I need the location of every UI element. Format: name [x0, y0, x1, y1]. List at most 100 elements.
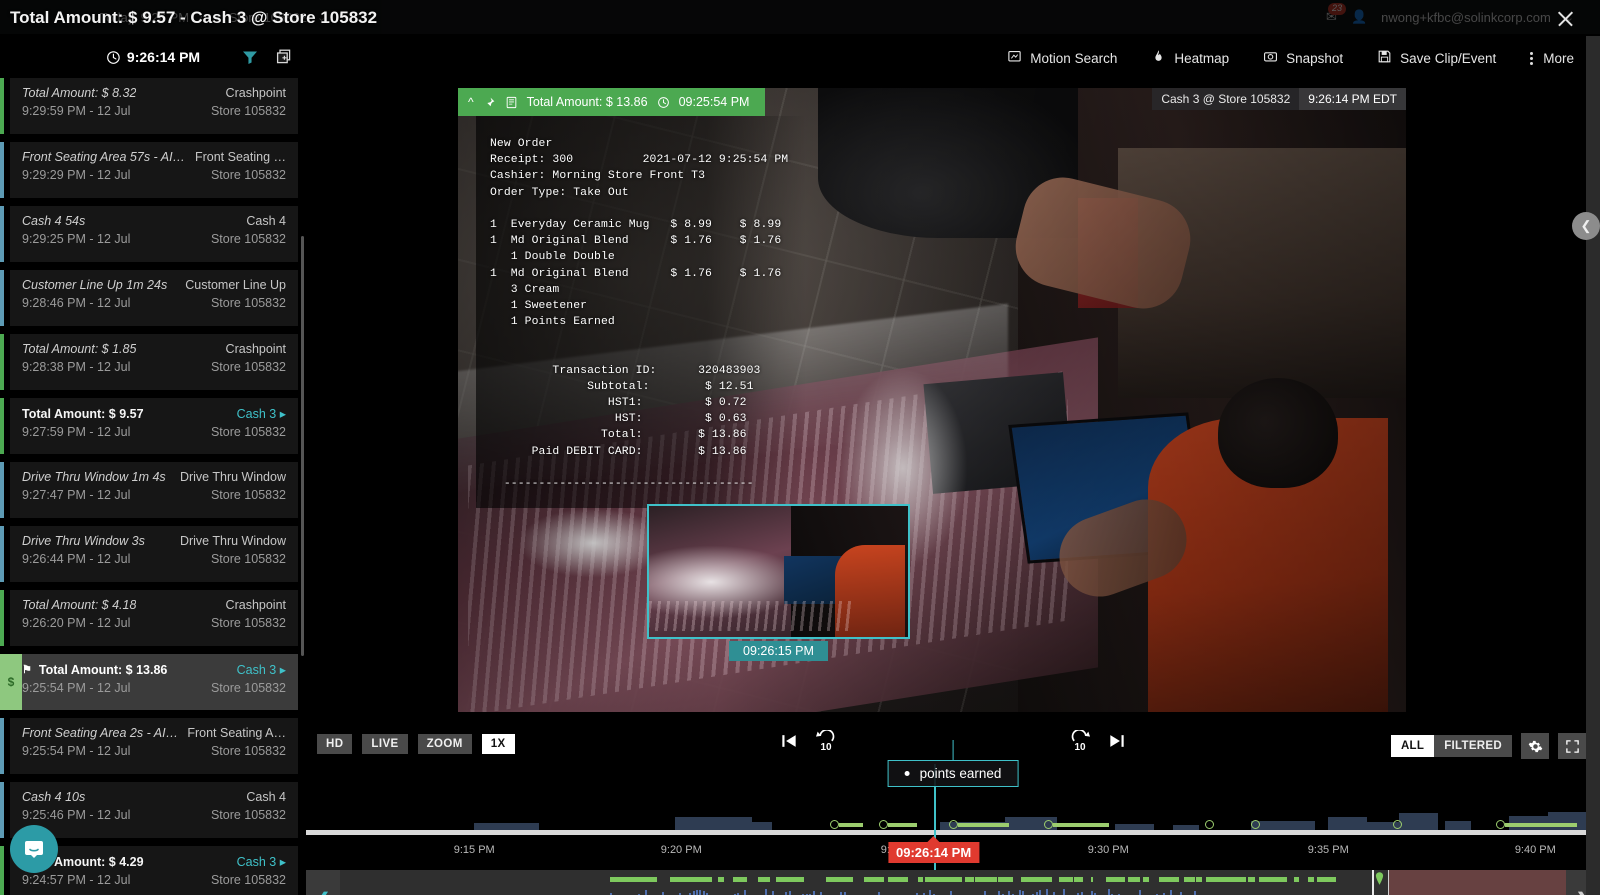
- day-prev-button[interactable]: ❮: [306, 870, 340, 895]
- timeline-event-marker[interactable]: [830, 820, 864, 829]
- event-item-title-row: Total Amount: $ 4.18 Crashpoint: [22, 598, 286, 612]
- pin-icon[interactable]: [483, 96, 496, 109]
- fullscreen-button[interactable]: [1558, 733, 1586, 759]
- waveform-bar: [984, 890, 987, 895]
- timeline-tick-label: 9:20 PM: [660, 844, 702, 856]
- event-list-item[interactable]: Total Amount: $ 4.18 Crashpoint 9:26:20 PM…: [0, 590, 298, 646]
- day-cursor: [1372, 870, 1375, 895]
- close-button[interactable]: [1554, 8, 1576, 30]
- event-item-camera: Front Seating …: [194, 150, 286, 164]
- timeline-event-marker[interactable]: [949, 820, 1010, 829]
- event-item-title: Cash 4 54s: [22, 214, 86, 228]
- toolbar-more-button[interactable]: More: [1530, 51, 1574, 66]
- speed-button[interactable]: 1X: [481, 734, 515, 754]
- camera-name: Cash 3 @ Store 105832: [1152, 88, 1300, 110]
- timeline-event-marker[interactable]: [1043, 820, 1109, 829]
- day-selected-range[interactable]: [1388, 870, 1566, 895]
- event-item-store: Store 105832: [210, 873, 286, 887]
- settings-button[interactable]: [1521, 733, 1549, 759]
- day-event-marker: [631, 877, 641, 882]
- event-item-time: 9:28:38 PM - 12 Jul: [22, 360, 131, 374]
- event-item-store: Store 105832: [210, 744, 286, 758]
- rewind-10-label: 10: [820, 742, 832, 753]
- video-player[interactable]: ^ Total Amount: $ 13.86 09:25:54 PM New …: [458, 88, 1406, 712]
- event-list-item[interactable]: Cash 4 54s Cash 4 9:29:25 PM - 12 Jul Store…: [0, 206, 298, 262]
- event-item-camera[interactable]: Cash 3: [237, 854, 286, 869]
- event-item-time: 9:26:20 PM - 12 Jul: [22, 616, 131, 630]
- event-list-item[interactable]: Drive Thru Window 1m 4s Drive Thru Window…: [0, 462, 298, 518]
- live-button[interactable]: LIVE: [362, 734, 408, 754]
- filter-all-button[interactable]: ALL: [1390, 735, 1435, 757]
- event-filter-toggle[interactable]: ALL FILTERED: [1390, 735, 1512, 757]
- event-item-title: Total Amount: $ 8.32: [22, 86, 137, 100]
- events-list[interactable]: Total Amount: $ 8.32 Crashpoint 9:29:59 PM…: [0, 78, 306, 895]
- events-panel-tools: [242, 49, 292, 65]
- event-accent-bar: [0, 590, 4, 646]
- points-earned-tooltip[interactable]: points earned: [887, 740, 1019, 787]
- filter-funnel-icon[interactable]: [242, 50, 258, 64]
- day-timeline[interactable]: ❮ 12 AM3 AM6 AM9 AM12 PM3 PM6 PM9 PM ❯: [306, 870, 1600, 895]
- event-timeline[interactable]: 9:15 PM9:20 PM9:25 PM9:30 PM9:35 PM9:40 …: [306, 764, 1600, 870]
- events-scrollbar[interactable]: [301, 236, 304, 656]
- event-list-item[interactable]: $ ⚑Total Amount: $ 13.86 Cash 3 9:25:54 PM …: [0, 654, 298, 710]
- event-item-meta-row: 9:28:38 PM - 12 Jul Store 105832: [22, 360, 286, 374]
- day-timeline-body[interactable]: 12 AM3 AM6 AM9 AM12 PM3 PM6 PM9 PM: [340, 870, 1566, 895]
- event-item-camera[interactable]: Cash 3: [237, 662, 286, 677]
- camera-name-chip: Cash 3 @ Store 105832 9:26:14 PM EDT: [1152, 88, 1406, 110]
- forward-10-button[interactable]: 10: [1067, 728, 1093, 753]
- timeline-event-span: [1505, 822, 1578, 827]
- zoom-button[interactable]: ZOOM: [417, 734, 472, 754]
- event-item-meta-row: 9:27:47 PM - 12 Jul Store 105832: [22, 488, 286, 502]
- panel-collapse-handle[interactable]: ❮: [1572, 212, 1600, 240]
- day-event-marker: [1067, 877, 1073, 882]
- event-list-item[interactable]: Front Seating Area 57s - AI P… Front Seat…: [0, 142, 298, 198]
- event-item-camera[interactable]: Cash 3: [237, 406, 286, 421]
- timeline-activity-block: [1399, 813, 1439, 830]
- event-list-item[interactable]: Cash 4 10s Cash 4 9:25:46 PM - 12 Jul Store…: [0, 782, 298, 838]
- video-toolbar[interactable]: Motion Search Heatmap Snapshot Save Clip/Ev…: [306, 36, 1600, 80]
- rewind-10-button[interactable]: 10: [813, 728, 839, 753]
- picture-in-picture-preview[interactable]: [647, 504, 910, 639]
- clock-icon: [657, 96, 669, 108]
- day-event-marker: [948, 877, 962, 882]
- playback-left-controls: HD LIVE ZOOM 1X: [317, 734, 515, 754]
- event-accent-bar: $: [0, 654, 22, 710]
- toolbar-save-clip-event-button[interactable]: Save Clip/Event: [1377, 49, 1496, 67]
- timeline-event-marker[interactable]: [1205, 820, 1215, 829]
- timeline-event-marker[interactable]: [1250, 820, 1260, 829]
- event-list-item[interactable]: Customer Line Up 1m 24s Customer Line Up 9…: [0, 270, 298, 326]
- waveform-bar: [1138, 889, 1141, 895]
- toolbar-motion-search-button[interactable]: Motion Search: [1007, 49, 1117, 67]
- timeline-event-dot: [1392, 820, 1402, 829]
- skip-next-icon[interactable]: [1107, 731, 1127, 751]
- copy-layers-icon[interactable]: [276, 49, 292, 65]
- timeline-activity-block: [474, 823, 539, 830]
- more-vertical-icon: [1530, 51, 1535, 65]
- chevron-up-icon[interactable]: ^: [468, 95, 474, 109]
- toolbar-heatmap-button[interactable]: Heatmap: [1151, 49, 1229, 67]
- intercom-chat-button[interactable]: [10, 825, 58, 873]
- timeline-event-marker[interactable]: [879, 820, 918, 829]
- event-item-meta-row: 9:26:20 PM - 12 Jul Store 105832: [22, 616, 286, 630]
- timeline-activity-block: [720, 822, 772, 830]
- toolbar-snapshot-button[interactable]: Snapshot: [1263, 49, 1343, 67]
- hd-button[interactable]: HD: [317, 734, 353, 754]
- filter-filtered-button[interactable]: FILTERED: [1434, 735, 1512, 757]
- event-list-item[interactable]: Front Seating Area 2s - AI Per… Front Sea…: [0, 718, 298, 774]
- day-event-marker: [677, 877, 687, 882]
- waveform-bar: [1039, 890, 1042, 895]
- event-item-store: Store 105832: [210, 168, 286, 182]
- day-event-marker: [918, 877, 924, 882]
- waveform-bar: [1107, 889, 1110, 895]
- timeline-event-marker[interactable]: [1392, 820, 1402, 829]
- event-list-item[interactable]: Drive Thru Window 3s Drive Thru Window 9:2…: [0, 526, 298, 582]
- skip-previous-icon[interactable]: [779, 731, 799, 751]
- event-banner[interactable]: ^ Total Amount: $ 13.86 09:25:54 PM: [458, 88, 765, 116]
- event-list-item[interactable]: Total Amount: $ 1.85 Crashpoint 9:28:38 PM…: [0, 334, 298, 390]
- day-event-marker: [620, 877, 623, 882]
- modal-title-bar: Total Amount: $ 9.57 - Cash 3 @ Store 10…: [0, 0, 1600, 36]
- event-list-item[interactable]: Total Amount: $ 9.57 Cash 3 9:27:59 PM - 1…: [0, 398, 298, 454]
- timeline-event-marker[interactable]: [1496, 820, 1578, 829]
- timeline-track[interactable]: [306, 830, 1600, 835]
- event-list-item[interactable]: Total Amount: $ 8.32 Crashpoint 9:29:59 PM…: [0, 78, 298, 134]
